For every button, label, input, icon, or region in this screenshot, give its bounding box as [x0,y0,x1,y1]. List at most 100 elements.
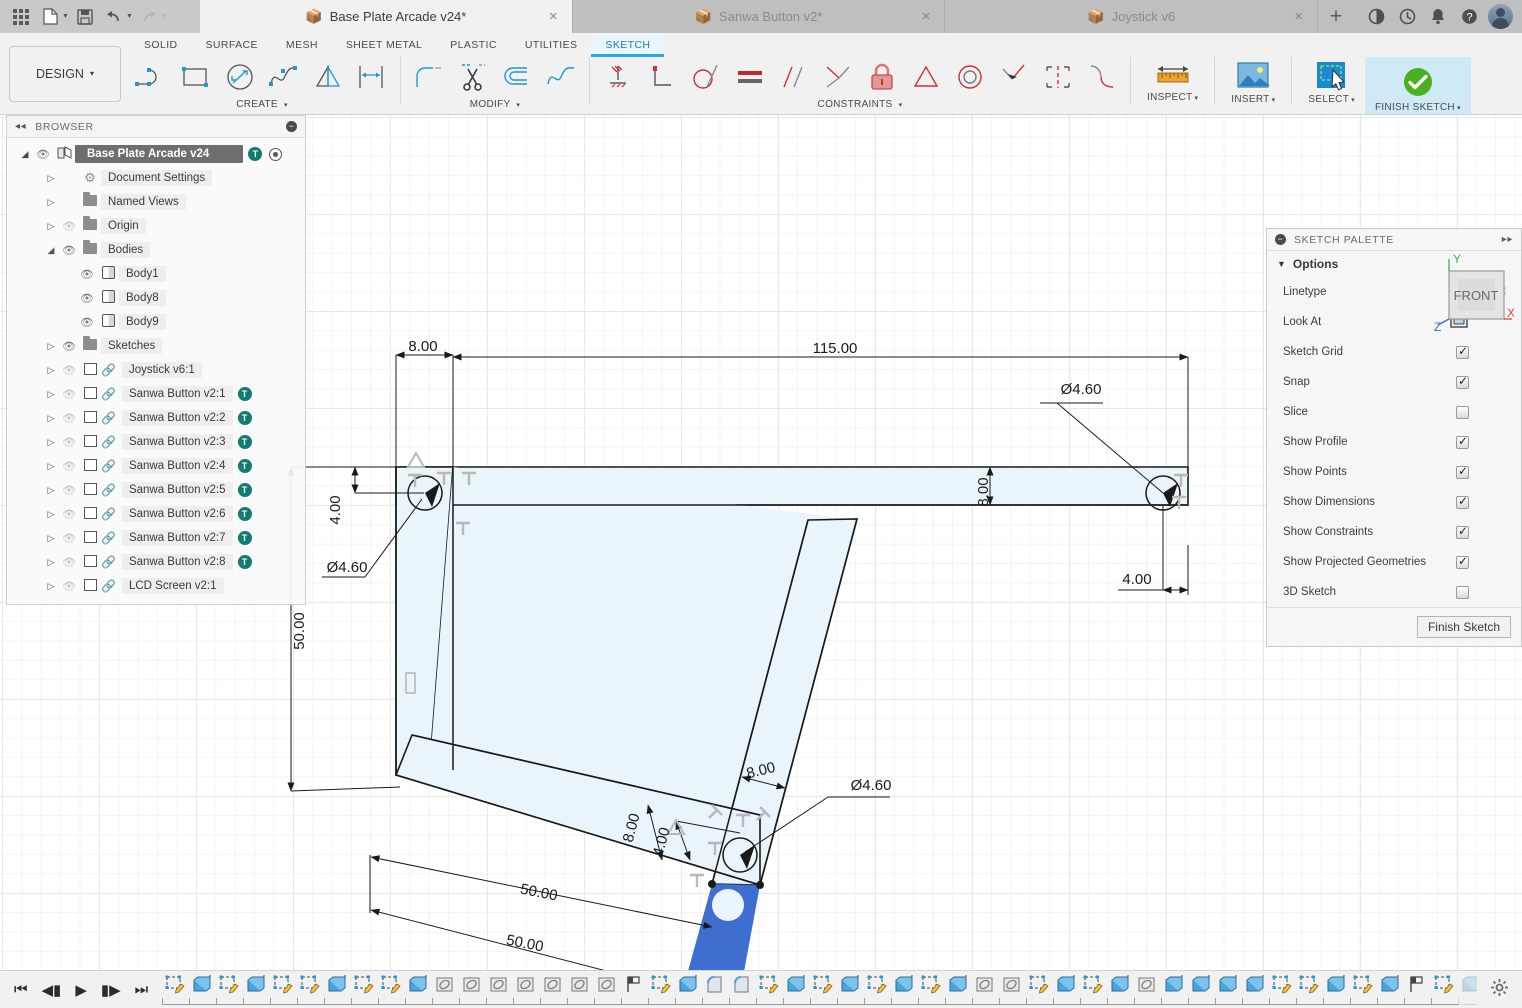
circle-icon[interactable] [218,57,262,97]
expand-arrow-icon[interactable]: ▷ [43,437,59,448]
workspace-selector[interactable]: DESIGN ▾ [9,45,121,102]
palette-row-show-constraints[interactable]: Show Constraints [1267,517,1521,547]
timeline-feature[interactable] [594,975,622,1005]
visibility-eye-icon[interactable]: 👁 [77,292,97,305]
expand-arrow-icon[interactable]: ◢ [17,149,33,160]
tree-item-body9[interactable]: 👁 Body9 [7,310,305,334]
checkbox[interactable] [1456,524,1469,539]
expand-arrow-icon[interactable]: ▷ [43,509,59,520]
tab-utilities[interactable]: UTILITIES [511,33,592,57]
timeline-feature[interactable] [567,975,595,1005]
palette-row-sketch-grid[interactable]: Sketch Grid [1267,337,1521,367]
timeline-feature[interactable] [1296,975,1324,1005]
new-file-icon[interactable] [37,5,63,29]
tree-item-sanwa-button-v2-1[interactable]: ▷ 👁 🔗 Sanwa Button v2:1 T [7,382,305,406]
timeline-feature[interactable] [702,975,730,1005]
tree-item-sanwa-button-v2-7[interactable]: ▷ 👁 🔗 Sanwa Button v2:7 T [7,526,305,550]
checkbox[interactable] [1456,554,1469,569]
tree-item-sanwa-button-v2-5[interactable]: ▷ 👁 🔗 Sanwa Button v2:5 T [7,478,305,502]
palette-row-show-profile[interactable]: Show Profile [1267,427,1521,457]
expand-arrow-icon[interactable]: ▷ [43,221,59,232]
timeline-go-start[interactable]: ⏮ [14,981,28,998]
timeline-feature[interactable] [837,974,865,1005]
timeline-feature[interactable] [864,975,892,1005]
timeline-feature[interactable] [783,974,811,1005]
expand-arrow-icon[interactable]: ▷ [43,197,59,208]
visibility-eye-icon[interactable]: 👁 [59,364,79,377]
checkbox[interactable] [1456,374,1469,389]
midpoint-icon[interactable] [816,57,860,97]
tree-item-sanwa-button-v2-3[interactable]: ▷ 👁 🔗 Sanwa Button v2:3 T [7,430,305,454]
equal-icon[interactable] [728,57,772,97]
timeline-feature[interactable] [999,975,1027,1005]
timeline-feature[interactable] [351,975,379,1005]
offset-icon[interactable] [495,57,539,97]
expand-arrow-icon[interactable]: ▷ [43,485,59,496]
visibility-eye-icon[interactable]: 👁 [59,340,79,353]
timeline-feature[interactable] [486,975,514,1005]
expand-arrow-icon[interactable]: ▷ [43,365,59,376]
timeline-feature[interactable] [540,975,568,1005]
collapse-icon[interactable]: ◂◂ [15,121,26,132]
timeline-feature[interactable] [756,975,784,1005]
timeline-feature[interactable] [1377,974,1405,1005]
timeline-feature[interactable] [1161,974,1189,1005]
timeline-feature[interactable] [1134,975,1162,1005]
checkbox[interactable] [1456,405,1469,419]
expand-arrow-icon[interactable]: ▷ [43,461,59,472]
timeline-feature[interactable] [1458,975,1477,1005]
visibility-eye-icon[interactable]: 👁 [77,316,97,329]
recent-icon[interactable] [1393,3,1421,31]
document-tab-1[interactable]: 📦 Sanwa Button v2* × [573,0,946,33]
visibility-eye-icon[interactable]: 👁 [59,244,79,257]
tab-surface[interactable]: SURFACE [192,33,272,57]
parallel-icon[interactable] [772,57,816,97]
tree-item-sanwa-button-v2-6[interactable]: ▷ 👁 🔗 Sanwa Button v2:6 T [7,502,305,526]
tab-solid[interactable]: SOLID [130,33,192,57]
collinear-icon[interactable] [992,57,1036,97]
timeline-feature[interactable] [189,974,217,1005]
checkbox[interactable] [1456,494,1469,509]
checkbox[interactable] [1456,464,1469,479]
tangent-icon[interactable] [684,57,728,97]
select-button[interactable]: SELECT ▾ [1298,57,1365,107]
timeline-feature[interactable] [621,975,649,1005]
fix-icon[interactable] [860,57,904,97]
save-icon[interactable] [72,5,98,29]
visibility-eye-icon[interactable]: 👁 [59,388,79,401]
timeline-feature[interactable] [1269,975,1297,1005]
timeline-feature[interactable] [972,975,1000,1005]
tab-sketch[interactable]: SKETCH [591,33,665,57]
timeline-feature[interactable] [432,975,460,1005]
horizontal-vertical-icon[interactable] [596,57,640,97]
finish-sketch-panel-button[interactable]: Finish Sketch [1416,616,1511,638]
account-avatar[interactable] [1486,3,1514,31]
mirror-icon[interactable] [306,57,350,97]
document-tab-2[interactable]: 📦 Joystick v6 × [945,0,1319,33]
timeline-feature[interactable] [1431,975,1459,1005]
tree-item-body1[interactable]: 👁 Body1 [7,262,305,286]
visibility-eye-icon[interactable]: 👁 [59,508,79,521]
inspect-button[interactable]: INSPECT ▾ [1137,57,1208,105]
notifications-icon[interactable] [1424,3,1452,31]
palette-row-slice[interactable]: Slice [1267,397,1521,427]
expand-arrow-icon[interactable]: ▷ [43,413,59,424]
tree-item-sanwa-button-v2-8[interactable]: ▷ 👁 🔗 Sanwa Button v2:8 T [7,550,305,574]
palette-row-3d-sketch[interactable]: 3D Sketch [1267,577,1521,607]
new-tab-button[interactable]: + [1318,0,1354,33]
new-file-caret[interactable]: ▼ [62,13,69,20]
insert-button[interactable]: INSERT ▾ [1221,57,1285,107]
palette-row-snap[interactable]: Snap [1267,367,1521,397]
visibility-eye-icon[interactable]: 👁 [59,556,79,569]
help-icon[interactable]: ? [1455,3,1483,31]
visibility-eye-icon[interactable]: 👁 [59,580,79,593]
gear-icon[interactable] [1477,978,1522,1001]
timeline-play[interactable]: ▶ [75,981,87,999]
palette-row-show-projected-geometries[interactable]: Show Projected Geometries [1267,547,1521,577]
timeline-feature[interactable] [891,974,919,1005]
perpendicular-icon[interactable] [640,57,684,97]
finish-sketch-button[interactable]: FINISH SKETCH ▾ [1364,57,1471,114]
timeline-feature[interactable] [810,975,838,1005]
timeline-feature[interactable] [945,974,973,1005]
tree-item-named-views[interactable]: ▷ Named Views [7,190,305,214]
